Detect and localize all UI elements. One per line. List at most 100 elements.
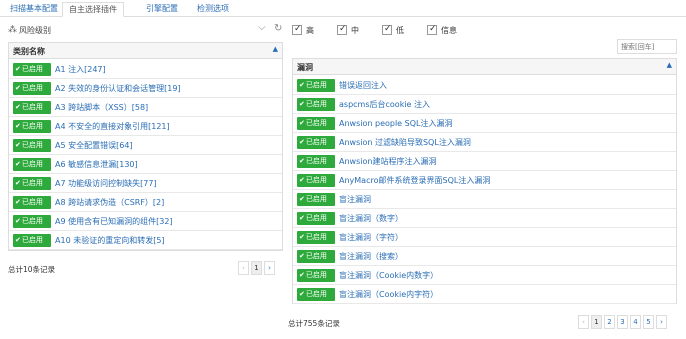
tab-plugin-select[interactable]: 自主选择插件 [62, 2, 124, 17]
page-number-button[interactable]: 1 [251, 261, 262, 275]
enabled-badge[interactable]: ✔已启用 [297, 174, 335, 187]
enabled-badge[interactable]: ✔已启用 [297, 288, 335, 301]
enabled-badge[interactable]: ✔已启用 [297, 155, 335, 168]
vuln-row[interactable]: ✔已启用 Anwsion建站程序注入漏洞 [293, 152, 676, 171]
category-row[interactable]: ✔已启用 A9 使用含有已知漏洞的组件[32] [9, 212, 282, 231]
vuln-row[interactable]: ✔已启用 盲注漏洞（Cookie内数字） [293, 266, 676, 285]
vuln-name[interactable]: 盲注漏洞（Cookie内字符） [339, 289, 438, 300]
vuln-panel: 漏洞 ▲ ✔已启用 错误返回注入 ✔已启用 aspcms后台cookie 注入 ✔已启用… [292, 58, 677, 304]
vuln-row[interactable]: ✔已启用 盲注漏洞（字符） [293, 228, 676, 247]
category-name[interactable]: A4 不安全的直接对象引用[121] [55, 121, 170, 132]
category-name[interactable]: A1 注入[247] [55, 64, 106, 75]
vuln-header[interactable]: 漏洞 ▲ [293, 59, 676, 75]
vuln-name[interactable]: AnyMacro邮件系统登录界面SQL注入漏洞 [339, 175, 490, 186]
vuln-name[interactable]: 盲注漏洞 [339, 194, 371, 205]
enabled-badge[interactable]: ✔已启用 [13, 63, 51, 76]
tab-scan-basic-config[interactable]: 扫描基本配置 [4, 2, 64, 17]
enabled-badge-label: 已启用 [21, 141, 43, 149]
enabled-badge[interactable]: ✔已启用 [13, 234, 51, 247]
vuln-row[interactable]: ✔已启用 错误返回注入 [293, 76, 676, 95]
enabled-badge[interactable]: ✔已启用 [13, 177, 51, 190]
category-row[interactable]: ✔已启用 A6 敏感信息泄漏[130] [9, 155, 282, 174]
chevron-down-icon[interactable]: ⌵ [258, 22, 266, 33]
vuln-name[interactable]: 错误返回注入 [339, 80, 387, 91]
category-header[interactable]: 类别名称 ▲ [9, 43, 282, 59]
vuln-name[interactable]: aspcms后台cookie 注入 [339, 99, 430, 110]
vuln-row[interactable]: ✔已启用 盲注漏洞（Cookie内字符） [293, 285, 676, 304]
page-number-button[interactable]: 2 [604, 315, 615, 329]
category-row[interactable]: ✔已启用 A3 跨站脚本（XSS）[58] [9, 98, 282, 117]
enabled-badge[interactable]: ✔已启用 [297, 136, 335, 149]
category-name[interactable]: A5 安全配置错误[64] [55, 140, 133, 151]
vuln-name[interactable]: 盲注漏洞（搜索） [339, 251, 403, 262]
vuln-name[interactable]: Anwsion建站程序注入漏洞 [339, 156, 436, 167]
category-row[interactable]: ✔已启用 A1 注入[247] [9, 60, 282, 79]
vuln-row[interactable]: ✔已启用 盲注漏洞 [293, 190, 676, 209]
category-row[interactable]: ✔已启用 A10 未验证的重定向和转发[5] [9, 231, 282, 250]
checkbox-checked-icon[interactable] [292, 24, 302, 35]
category-row[interactable]: ✔已启用 A5 安全配置错误[64] [9, 136, 282, 155]
category-name[interactable]: A2 失效的身份认证和会话管理[19] [55, 83, 181, 94]
vuln-row[interactable]: ✔已启用 aspcms后台cookie 注入 [293, 95, 676, 114]
check-icon: ✔ [15, 141, 21, 149]
enabled-badge[interactable]: ✔已启用 [297, 212, 335, 225]
enabled-badge[interactable]: ✔已启用 [13, 215, 51, 228]
vuln-total: 总计755条记录 [288, 319, 340, 328]
category-name[interactable]: A3 跨站脚本（XSS）[58] [55, 102, 148, 113]
enabled-badge[interactable]: ✔已启用 [297, 98, 335, 111]
refresh-icon[interactable]: ↻ [274, 23, 282, 34]
checkbox-checked-icon[interactable] [427, 24, 437, 35]
tab-detect-options[interactable]: 检测选项 [191, 2, 235, 17]
check-icon: ✔ [15, 84, 21, 92]
vuln-row[interactable]: ✔已启用 盲注漏洞（搜索） [293, 247, 676, 266]
search-input[interactable] [617, 39, 677, 54]
enabled-badge-label: 已启用 [305, 195, 327, 203]
enabled-badge[interactable]: ✔已启用 [13, 120, 51, 133]
vuln-name[interactable]: Anwsion people SQL注入漏洞 [339, 118, 452, 129]
vuln-name[interactable]: 盲注漏洞（数字） [339, 213, 403, 224]
checkbox-checked-icon[interactable] [382, 24, 392, 35]
enabled-badge[interactable]: ✔已启用 [13, 101, 51, 114]
category-row[interactable]: ✔已启用 A4 不安全的直接对象引用[121] [9, 117, 282, 136]
category-row[interactable]: ✔已启用 A2 失效的身份认证和会话管理[19] [9, 79, 282, 98]
enabled-badge[interactable]: ✔已启用 [13, 139, 51, 152]
enabled-badge[interactable]: ✔已启用 [297, 117, 335, 130]
category-row[interactable]: ✔已启用 A7 功能级访问控制缺失[77] [9, 174, 282, 193]
enabled-badge[interactable]: ✔已启用 [13, 196, 51, 209]
vuln-row[interactable]: ✔已启用 Anwsion people SQL注入漏洞 [293, 114, 676, 133]
vuln-row[interactable]: ✔已启用 AnyMacro邮件系统登录界面SQL注入漏洞 [293, 171, 676, 190]
vuln-name[interactable]: 盲注漏洞（字符） [339, 232, 403, 243]
page-number-button[interactable]: 3 [617, 315, 628, 329]
enabled-badge-label: 已启用 [305, 214, 327, 222]
prev-page-icon[interactable]: ‹ [578, 315, 589, 329]
page-number-button[interactable]: 4 [630, 315, 641, 329]
category-name[interactable]: A9 使用含有已知漏洞的组件[32] [55, 216, 173, 227]
category-row[interactable]: ✔已启用 A8 跨站请求伪造（CSRF）[2] [9, 193, 282, 212]
category-name[interactable]: A8 跨站请求伪造（CSRF）[2] [55, 197, 164, 208]
category-name[interactable]: A6 敏感信息泄漏[130] [55, 159, 138, 170]
sort-up-icon[interactable]: ▲ [667, 61, 672, 69]
vuln-row[interactable]: ✔已启用 Anwsion 过滤缺陷导致SQL注入漏洞 [293, 133, 676, 152]
page-number-button[interactable]: 1 [591, 315, 602, 329]
category-name[interactable]: A10 未验证的重定向和转发[5] [55, 235, 165, 246]
page-number-button[interactable]: 5 [643, 315, 654, 329]
next-page-icon[interactable]: › [656, 315, 667, 329]
tab-engine-config[interactable]: 引擎配置 [140, 2, 184, 17]
enabled-badge[interactable]: ✔已启用 [297, 193, 335, 206]
sort-up-icon[interactable]: ▲ [273, 45, 278, 53]
checkbox-checked-icon[interactable] [337, 24, 347, 35]
enabled-badge[interactable]: ✔已启用 [13, 82, 51, 95]
enabled-badge[interactable]: ✔已启用 [297, 269, 335, 282]
vuln-row[interactable]: ✔已启用 盲注漏洞（数字） [293, 209, 676, 228]
risk-level-row[interactable]: ⁂ 风险级别 ⌵ [8, 22, 270, 37]
check-icon: ✔ [299, 195, 305, 203]
next-page-icon[interactable]: › [264, 261, 275, 275]
enabled-badge[interactable]: ✔已启用 [297, 79, 335, 92]
enabled-badge[interactable]: ✔已启用 [297, 250, 335, 263]
enabled-badge[interactable]: ✔已启用 [297, 231, 335, 244]
enabled-badge[interactable]: ✔已启用 [13, 158, 51, 171]
prev-page-icon[interactable]: ‹ [238, 261, 249, 275]
category-name[interactable]: A7 功能级访问控制缺失[77] [55, 178, 157, 189]
vuln-name[interactable]: 盲注漏洞（Cookie内数字） [339, 270, 438, 281]
vuln-name[interactable]: Anwsion 过滤缺陷导致SQL注入漏洞 [339, 137, 471, 148]
